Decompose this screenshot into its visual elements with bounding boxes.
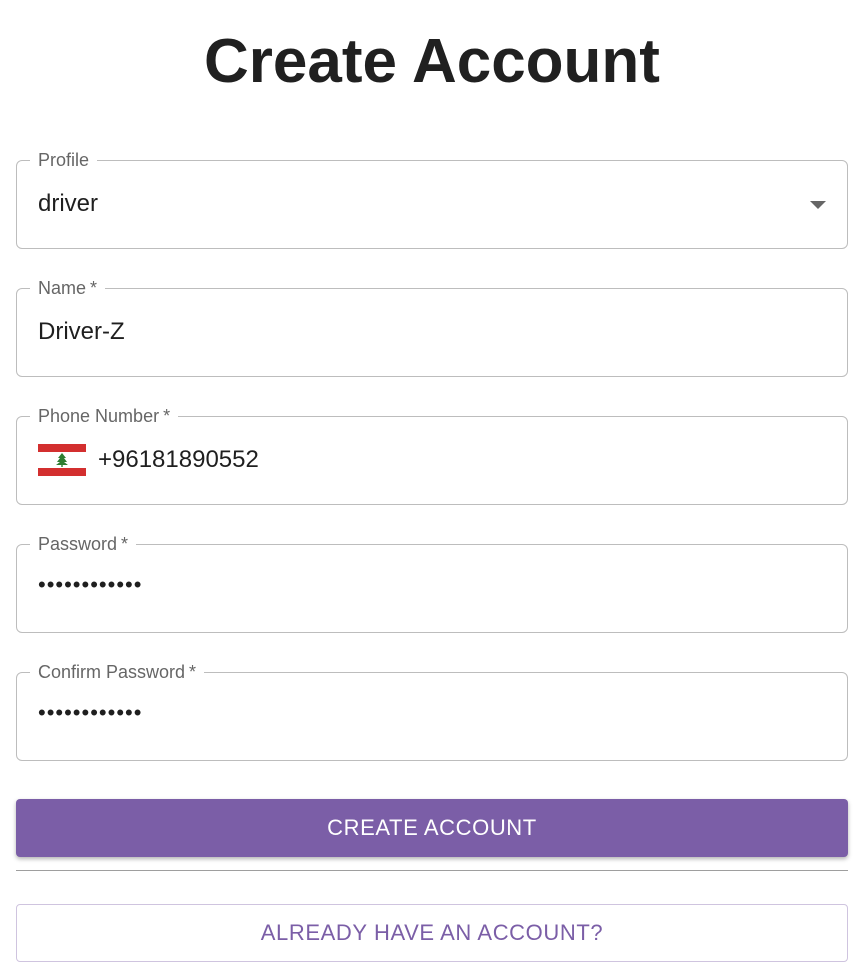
- phone-number-label: Phone Number *: [30, 404, 179, 428]
- phone-number-field[interactable]: Phone Number * +96181890552: [16, 404, 848, 505]
- password-input[interactable]: ••••••••••••: [38, 569, 142, 601]
- confirm-password-field[interactable]: Confirm Password * ••••••••••••: [16, 660, 848, 761]
- phone-number-input[interactable]: +96181890552: [98, 444, 259, 476]
- cedar-tree-icon: [56, 453, 68, 467]
- confirm-password-input[interactable]: ••••••••••••: [38, 697, 142, 729]
- name-input[interactable]: Driver-Z: [38, 316, 125, 348]
- name-label: Name *: [30, 276, 106, 300]
- required-marker: *: [90, 278, 98, 298]
- divider: [16, 870, 848, 871]
- profile-select[interactable]: Profile driver: [16, 148, 848, 249]
- password-label: Password *: [30, 532, 137, 556]
- required-marker: *: [163, 406, 171, 426]
- create-account-button[interactable]: CREATE ACCOUNT: [16, 799, 848, 857]
- lebanon-flag-icon[interactable]: [38, 444, 86, 476]
- required-marker: *: [121, 534, 129, 554]
- name-field-outline: [16, 288, 848, 377]
- page-title: Create Account: [204, 27, 660, 96]
- flag-band-top: [38, 444, 86, 452]
- profile-value: driver: [38, 190, 99, 217]
- chevron-down-icon[interactable]: [810, 201, 826, 209]
- confirm-password-label: Confirm Password *: [30, 660, 205, 684]
- profile-label: Profile: [30, 148, 98, 172]
- already-have-account-button[interactable]: ALREADY HAVE AN ACCOUNT?: [16, 904, 848, 962]
- name-field[interactable]: Name * Driver-Z: [16, 276, 848, 377]
- required-marker: *: [189, 662, 197, 682]
- password-field[interactable]: Password * ••••••••••••: [16, 532, 848, 633]
- profile-select-outline: [16, 160, 848, 249]
- flag-band-bottom: [38, 468, 86, 476]
